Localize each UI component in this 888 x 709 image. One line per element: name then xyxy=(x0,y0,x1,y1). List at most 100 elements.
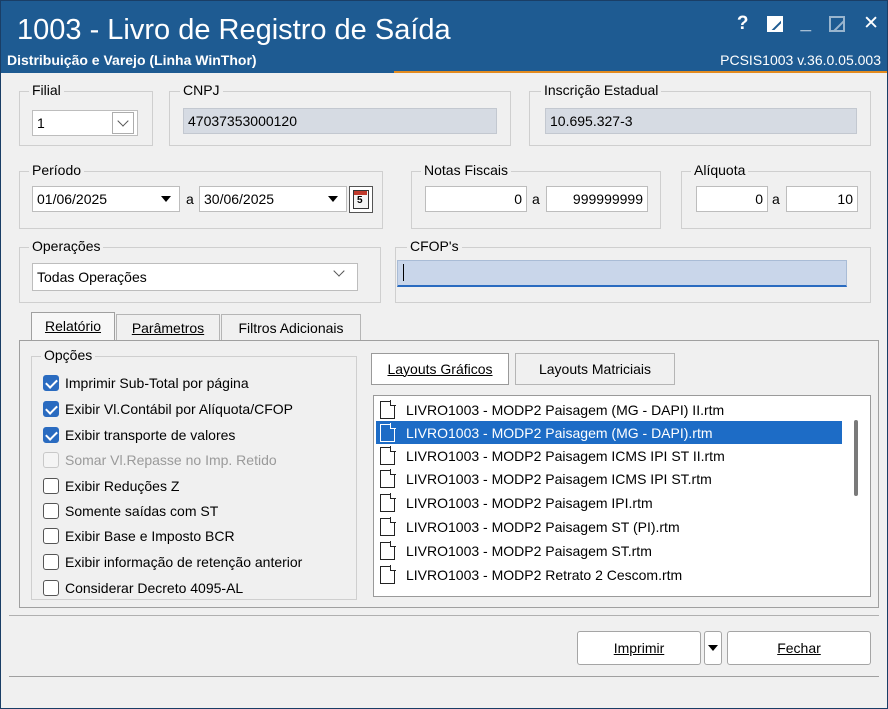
tab-layouts-matriciais-label: Layouts Matriciais xyxy=(538,361,652,377)
tab-layouts-matriciais[interactable]: Layouts Matriciais xyxy=(515,353,675,385)
list-item[interactable]: LIVRO1003 - MODP2 Paisagem ST (PI).rtm xyxy=(376,515,842,538)
document-icon xyxy=(380,423,396,442)
title-bar: 1003 - Livro de Registro de Saída Distri… xyxy=(1,1,887,73)
opt-reducoes-z[interactable]: Exibir Reduções Z xyxy=(43,475,179,497)
document-icon xyxy=(380,400,396,419)
list-item[interactable]: LIVRO1003 - MODP2 Retrato 2 Cescom.rtm xyxy=(376,563,842,586)
periodo-end-field[interactable]: 30/06/2025 xyxy=(199,186,347,212)
list-item-selected[interactable]: LIVRO1003 - MODP2 Paisagem (MG - DAPI).r… xyxy=(376,421,842,444)
opt-label: Exibir Vl.Contábil por Alíquota/CFOP xyxy=(65,401,293,417)
checkbox xyxy=(43,452,59,468)
chevron-down-icon xyxy=(117,115,129,127)
imprimir-label: Imprimir xyxy=(613,640,665,656)
aliquota-label: Alíquota xyxy=(691,162,749,178)
list-item-label: LIVRO1003 - MODP2 Paisagem IPI.rtm xyxy=(406,494,653,511)
periodo-separator: a xyxy=(186,191,194,207)
maximize-icon[interactable] xyxy=(829,16,846,32)
window-subtitle: Distribuição e Varejo (Linha WinThor) xyxy=(7,52,257,68)
calendar-digit: 5 xyxy=(357,195,363,206)
checkbox[interactable] xyxy=(43,427,59,443)
opt-subtotal-pagina[interactable]: Imprimir Sub-Total por página xyxy=(43,372,249,394)
opt-vl-contabil[interactable]: Exibir Vl.Contábil por Alíquota/CFOP xyxy=(43,398,293,420)
checkbox[interactable] xyxy=(43,478,59,494)
list-item[interactable]: LIVRO1003 - MODP2 Paisagem (MG - DAPI) I… xyxy=(376,398,842,421)
tab-layouts-graficos-label: Layouts Gráficos xyxy=(387,361,493,377)
status-bar xyxy=(9,676,879,704)
opt-label: Somar Vl.Repasse no Imp. Retido xyxy=(65,452,277,468)
tab-relatorio[interactable]: Relatório xyxy=(31,312,115,342)
close-button[interactable]: ✕ xyxy=(863,13,879,35)
opcoes-label: Opções xyxy=(41,347,96,363)
opt-base-bcr[interactable]: Exibir Base e Imposto BCR xyxy=(43,525,235,547)
periodo-end-value: 30/06/2025 xyxy=(204,191,275,207)
opt-label: Exibir informação de retenção anterior xyxy=(65,554,303,570)
inscricao-label: Inscrição Estadual xyxy=(541,82,662,98)
opt-saidas-st[interactable]: Somente saídas com ST xyxy=(43,500,218,522)
periodo-start-dropdown-icon[interactable] xyxy=(161,196,171,202)
filial-dropdown-button[interactable] xyxy=(112,112,134,134)
notas-label: Notas Fiscais xyxy=(421,162,512,178)
list-item[interactable]: LIVRO1003 - MODP2 Paisagem ICMS IPI ST I… xyxy=(376,444,842,467)
aliquota-separator: a xyxy=(772,191,780,207)
opt-label: Exibir Reduções Z xyxy=(65,478,180,494)
periodo-start-field[interactable]: 01/06/2025 xyxy=(32,186,180,212)
theme-toggle-icon[interactable] xyxy=(766,16,783,32)
checkbox[interactable] xyxy=(43,503,59,519)
calendar-button[interactable]: 5 xyxy=(349,186,373,213)
imprimir-button[interactable]: Imprimir xyxy=(577,631,701,665)
document-icon xyxy=(380,565,396,584)
imprimir-dropdown-button[interactable] xyxy=(704,631,722,665)
window-title: 1003 - Livro de Registro de Saída xyxy=(17,14,451,46)
periodo-end-dropdown-icon[interactable] xyxy=(328,196,338,202)
periodo-label: Período xyxy=(29,162,85,178)
checkbox[interactable] xyxy=(43,401,59,417)
checkbox[interactable] xyxy=(43,580,59,596)
document-icon xyxy=(380,541,396,560)
notas-to-field[interactable]: 999999999 xyxy=(546,186,648,212)
list-item-label: LIVRO1003 - MODP2 Paisagem ICMS IPI ST.r… xyxy=(406,470,712,487)
notas-separator: a xyxy=(532,191,540,207)
tab-relatorio-label: Relatório xyxy=(44,318,102,334)
checkbox[interactable] xyxy=(43,554,59,570)
document-icon xyxy=(380,493,396,512)
aliquota-from-field[interactable]: 0 xyxy=(696,186,768,212)
document-icon xyxy=(380,446,396,465)
list-item[interactable]: LIVRO1003 - MODP2 Paisagem IPI.rtm xyxy=(376,491,842,514)
text-cursor xyxy=(403,264,404,281)
cnpj-field: 47037353000120 xyxy=(183,108,497,134)
layouts-list[interactable]: LIVRO1003 - MODP2 Paisagem (MG - DAPI) I… xyxy=(373,395,871,597)
opt-label: Somente saídas com ST xyxy=(65,503,219,519)
tab-parametros[interactable]: Parâmetros xyxy=(116,314,220,342)
list-item-label: LIVRO1003 - MODP2 Retrato 2 Cescom.rtm xyxy=(406,566,683,583)
cfops-label: CFOP's xyxy=(407,238,462,254)
help-button[interactable]: ? xyxy=(737,13,749,35)
opt-label: Exibir Base e Imposto BCR xyxy=(65,528,235,544)
operacoes-select[interactable]: Todas Operações xyxy=(32,263,358,291)
fechar-label: Fechar xyxy=(777,640,821,656)
opt-retencao-anterior[interactable]: Exibir informação de retenção anterior xyxy=(43,551,302,573)
tab-parametros-label: Parâmetros xyxy=(131,320,205,336)
checkbox[interactable] xyxy=(43,528,59,544)
tab-filtros-adicionais[interactable]: Filtros Adicionais xyxy=(221,314,361,342)
checkbox[interactable] xyxy=(43,375,59,391)
tab-filtros-label: Filtros Adicionais xyxy=(238,320,344,336)
operacoes-chevron-down-icon[interactable] xyxy=(333,265,345,277)
list-item-label: LIVRO1003 - MODP2 Paisagem (MG - DAPI) I… xyxy=(406,401,725,418)
list-item[interactable]: LIVRO1003 - MODP2 Paisagem ST.rtm xyxy=(376,539,842,562)
cfops-field[interactable] xyxy=(397,260,847,287)
opt-label: Imprimir Sub-Total por página xyxy=(65,375,249,391)
minimize-button[interactable]: _ xyxy=(801,13,812,35)
window-controls: ? _ ✕ xyxy=(737,13,879,35)
list-item[interactable]: LIVRO1003 - MODP2 Paisagem ICMS IPI ST.r… xyxy=(376,467,842,490)
aliquota-to-field[interactable]: 10 xyxy=(786,186,858,212)
fechar-button[interactable]: Fechar xyxy=(727,631,871,665)
inscricao-field: 10.695.327-3 xyxy=(545,108,857,134)
opt-label: Considerar Decreto 4095-AL xyxy=(65,580,244,596)
bottom-divider xyxy=(9,615,879,616)
opt-transporte-valores[interactable]: Exibir transporte de valores xyxy=(43,424,235,446)
tab-layouts-graficos[interactable]: Layouts Gráficos xyxy=(371,353,509,385)
list-item-label: LIVRO1003 - MODP2 Paisagem (MG - DAPI).r… xyxy=(406,424,713,441)
opt-decreto-4095[interactable]: Considerar Decreto 4095-AL xyxy=(43,577,243,599)
list-scrollbar-thumb[interactable] xyxy=(854,420,858,496)
notas-from-field[interactable]: 0 xyxy=(425,186,527,212)
